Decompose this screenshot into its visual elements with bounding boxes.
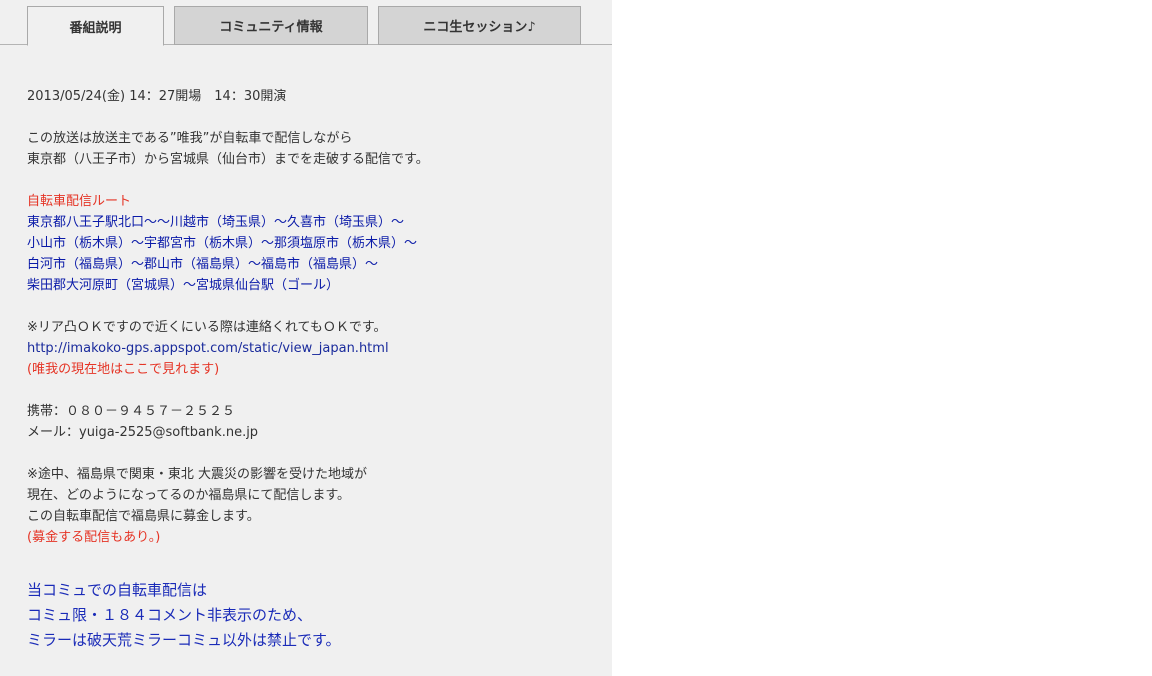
map-link[interactable]: http://imakoko-gps.appspot.com/static/vi… bbox=[27, 341, 389, 356]
program-panel: 番組説明 コミュニティ情報 ニコ生セッション♪ 2013/05/24(金) 14… bbox=[0, 0, 612, 676]
tab-community-info[interactable]: コミュニティ情報 bbox=[174, 6, 368, 45]
community-notice: 当コミュでの自転車配信は コミュ限・１８４コメント非表示のため、 ミラーは破天荒… bbox=[27, 578, 341, 653]
route-heading: 自転車配信ルート bbox=[27, 194, 132, 209]
tab-bar: 番組説明 コミュニティ情報 ニコ生セッション♪ bbox=[0, 0, 612, 46]
phone-number: 携帯：０８０－９４５７－２５２５ bbox=[27, 404, 236, 419]
fukushima-note-line: 現在、どのようになってるのか福島県にて配信します。 bbox=[27, 488, 351, 503]
tab-program-description[interactable]: 番組説明 bbox=[27, 6, 164, 46]
fukushima-note-line: この自転車配信で福島県に募金します。 bbox=[27, 509, 260, 524]
fukushima-note-line: ※途中、福島県で関東・東北 大震災の影響を受けた地域が bbox=[27, 467, 368, 482]
program-description: 2013/05/24(金) 14：27開場 14：30開演 この放送は放送主であ… bbox=[27, 86, 597, 548]
notice-line: 当コミュでの自転車配信は bbox=[27, 581, 208, 599]
broadcast-datetime: 2013/05/24(金) 14：27開場 14：30開演 bbox=[27, 89, 287, 104]
notice-line: ミラーは破天荒ミラーコミュ以外は禁止です。 bbox=[27, 631, 341, 649]
route-line: 柴田郡大河原町（宮城県）〜宮城県仙台駅（ゴール） bbox=[27, 278, 340, 293]
route-line: 東京都八王子駅北口〜〜川越市（埼玉県）〜久喜市（埼玉県）〜 bbox=[27, 215, 405, 230]
rear-ok-note: ※リア凸ＯＫですので近くにいる際は連絡くれてもＯＫです。 bbox=[27, 320, 387, 335]
mail-address: メール：yuiga-2525@softbank.ne.jp bbox=[27, 425, 259, 440]
intro-line: この放送は放送主である”唯我”が自転車で配信しながら bbox=[27, 131, 353, 146]
tab-niconama-session[interactable]: ニコ生セッション♪ bbox=[378, 6, 581, 45]
map-link-note: (唯我の現在地はここで見れます) bbox=[27, 362, 220, 377]
route-line: 白河市（福島県）〜郡山市（福島県）〜福島市（福島県）〜 bbox=[27, 257, 379, 272]
intro-line: 東京都（八王子市）から宮城県（仙台市）までを走破する配信です。 bbox=[27, 152, 429, 167]
route-line: 小山市（栃木県）〜宇都宮市（栃木県）〜那須塩原市（栃木県）〜 bbox=[27, 236, 418, 251]
donation-note: (募金する配信もあり。) bbox=[27, 530, 161, 545]
notice-line: コミュ限・１８４コメント非表示のため、 bbox=[27, 606, 313, 624]
